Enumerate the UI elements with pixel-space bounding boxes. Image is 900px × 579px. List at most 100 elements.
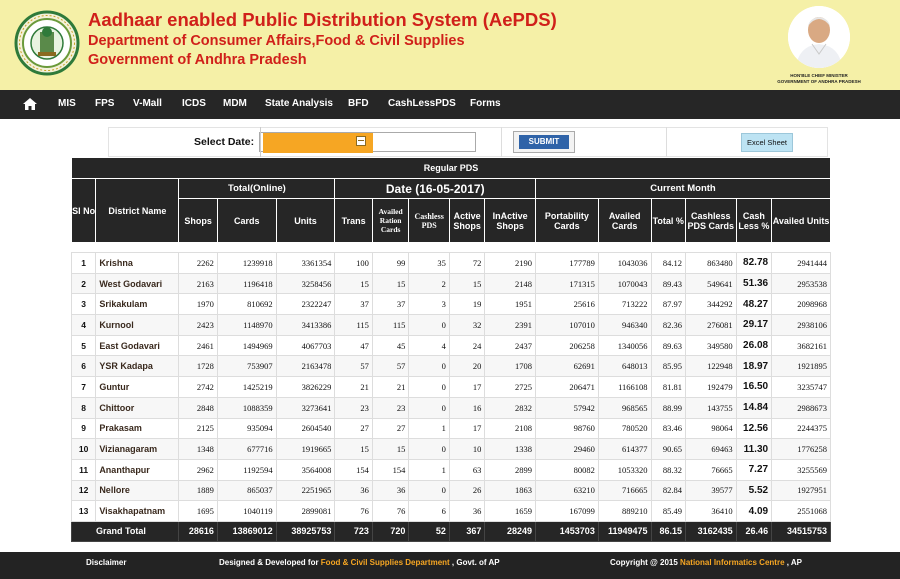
nav-forms[interactable]: Forms [470, 98, 501, 109]
grand-total-row: Grand Total 28616 13869012 38925753 723 … [70, 520, 831, 542]
table-cell: 1 [408, 458, 450, 481]
submit-button[interactable]: SUBMIT [513, 131, 575, 153]
table-cell: 1970 [178, 293, 218, 316]
table-row: 8 Chittoor 2848 1088359 3273641 23 23 0 16 2832 57… [70, 396, 831, 419]
table-cell: 11.30 [735, 438, 773, 460]
table-cell: 1043036 [597, 252, 652, 274]
home-icon[interactable] [22, 97, 38, 111]
nav-bfd[interactable]: BFD [348, 98, 369, 109]
district-name-cell[interactable]: Krishna [95, 252, 180, 274]
table-cell: 2962 [178, 458, 218, 481]
table-cell: 1348 [178, 438, 218, 460]
nav-v-mall[interactable]: V-Mall [133, 98, 162, 109]
district-name-cell[interactable]: Ananthapur [95, 458, 180, 481]
chief-minister-photo [788, 6, 850, 68]
col-active-shops: Active Shops [448, 198, 486, 243]
table-cell: 107010 [535, 314, 599, 336]
table-row: 10 Vizianagaram 1348 677716 1919665 15 15 0 10 13… [70, 438, 831, 460]
table-cell: 76665 [684, 458, 737, 481]
table-cell: 8 [70, 396, 97, 419]
table-cell: 32 [448, 314, 486, 336]
table-cell: 84.12 [650, 252, 686, 274]
col-cashless-pds: Cashless PDS [408, 198, 450, 243]
table-cell: 87.97 [650, 293, 686, 316]
table-cell: 36 [371, 479, 410, 502]
table-cell: 16 [448, 396, 486, 419]
table-cell: 0 [408, 438, 450, 460]
district-name-cell[interactable]: Guntur [95, 376, 180, 398]
district-name-cell[interactable]: West Godavari [95, 272, 180, 295]
table-row: 13 Visakhapatnam 1695 1040119 2899081 76 76 6 36… [70, 500, 831, 522]
district-name-cell[interactable]: Prakasam [95, 417, 180, 440]
nav-icds[interactable]: ICDS [182, 98, 206, 109]
district-name-cell[interactable]: Vizianagaram [95, 438, 180, 460]
table-cell: 17 [448, 376, 486, 398]
table-cell: 2322247 [275, 293, 336, 316]
table-cell: 23 [334, 396, 373, 419]
nav-state-analysis[interactable]: State Analysis [265, 98, 333, 109]
site-title: Aadhaar enabled Public Distribution Syst… [88, 9, 557, 30]
table-cell: 0 [408, 396, 450, 419]
table-cell: 5 [70, 334, 97, 357]
nav-mdm[interactable]: MDM [223, 98, 247, 109]
table-cell: 143755 [684, 396, 737, 419]
table-cell: 4067703 [275, 334, 336, 357]
nav-mis[interactable]: MIS [58, 98, 76, 109]
nav-fps[interactable]: FPS [95, 98, 114, 109]
district-name-cell[interactable]: East Godavari [95, 334, 180, 357]
table-cell: 7 [70, 376, 97, 398]
table-cell: 2244375 [771, 417, 831, 440]
table-cell: 85.49 [650, 500, 686, 522]
district-name-cell[interactable]: Visakhapatnam [95, 500, 180, 522]
table-cell: 57 [334, 355, 373, 378]
district-name-cell[interactable]: Nellore [95, 479, 180, 502]
district-name-cell[interactable]: Kurnool [95, 314, 180, 336]
table-cell: 35 [408, 252, 450, 274]
table-cell: 865037 [216, 479, 277, 502]
excel-sheet-button[interactable]: Excel Sheet [741, 133, 793, 152]
table-cell: 276081 [684, 314, 737, 336]
table-cell: 18.97 [735, 355, 773, 378]
select-date-label: Select Date: [194, 136, 255, 148]
table-cell: 344292 [684, 293, 737, 316]
table-cell: 115 [371, 314, 410, 336]
calendar-icon[interactable] [356, 136, 366, 146]
table-cell: 4 [70, 314, 97, 336]
table-cell: 1728 [178, 355, 218, 378]
district-name-cell[interactable]: Srikakulam [95, 293, 180, 316]
table-cell: 47 [334, 334, 373, 357]
table-cell: 2251965 [275, 479, 336, 502]
nav-cashlesspds[interactable]: CashLessPDS [388, 98, 456, 109]
district-name-cell[interactable]: YSR Kadapa [95, 355, 180, 378]
district-name-cell[interactable]: Chittoor [95, 396, 180, 419]
table-cell: 349580 [684, 334, 737, 357]
table-cell: 2988673 [771, 396, 831, 419]
disclaimer-link[interactable]: Disclaimer [86, 558, 126, 567]
table-cell: 3564008 [275, 458, 336, 481]
table-row: 9 Prakasam 2125 935094 2604540 27 27 1 17 2108 987… [70, 417, 831, 440]
table-cell: 1 [408, 417, 450, 440]
table-cell: 3413386 [275, 314, 336, 336]
table-cell: 12.56 [735, 417, 773, 440]
table-cell: 21 [334, 376, 373, 398]
table-row: 3 Srikakulam 1970 810692 2322247 37 37 3 19 1951 2… [70, 293, 831, 316]
table-cell: 2262 [178, 252, 218, 274]
table-cell: 14.84 [735, 396, 773, 419]
table-cell: 3255569 [771, 458, 831, 481]
table-cell: 27 [334, 417, 373, 440]
table-cell: 0 [408, 479, 450, 502]
group-date: Date (16-05-2017) [334, 178, 537, 199]
table-cell: 2725 [484, 376, 537, 398]
table-cell: 2423 [178, 314, 218, 336]
table-cell: 2941444 [771, 252, 831, 274]
table-cell: 1070043 [597, 272, 652, 295]
table-cell: 85.95 [650, 355, 686, 378]
table-cell: 57942 [535, 396, 599, 419]
table-cell: 1338 [484, 438, 537, 460]
table-cell: 7.27 [735, 458, 773, 481]
table-cell: 1863 [484, 479, 537, 502]
group-current-month: Current Month [535, 178, 831, 199]
col-availed-units: Availed Units [771, 198, 831, 243]
table-cell: 177789 [535, 252, 599, 274]
table-cell: 2163478 [275, 355, 336, 378]
